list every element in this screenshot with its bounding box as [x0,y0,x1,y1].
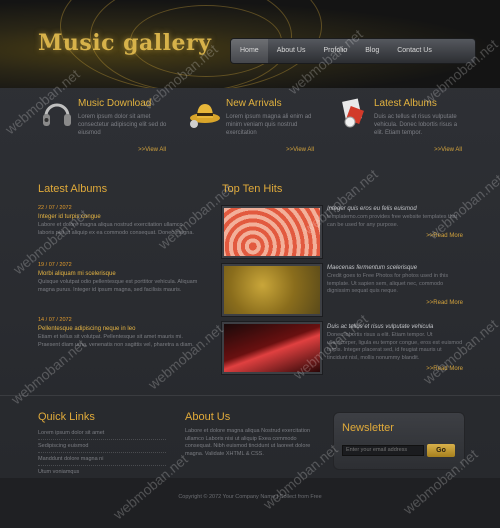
feature-title: Music Download [78,98,152,109]
hit-thumbnail[interactable] [222,206,322,258]
quick-link[interactable]: Sedipiscing euismod [38,443,166,453]
view-all-link[interactable]: >>View All [138,147,166,153]
album-item: 22 / 07 / 2072 Integer id turpis congue … [38,205,198,237]
feature-latest-albums: Latest Albums Duis ac tellus et risus vu… [336,96,462,158]
hit-text: templatemo.com provides free website tem… [327,214,458,228]
site-logo[interactable]: Music gallery [38,30,211,56]
header: Music gallery Home About Us Profolio Blo… [0,0,500,88]
album-icon [342,98,364,128]
feature-text: Lorem ipsum magna ali enim ad minim veni… [226,114,312,136]
album-item: 14 / 07 / 2072 Pellentesque adipiscing n… [38,317,198,349]
hit-title: Duis ac tellus et risus vulputate vehicu… [327,324,434,330]
footer-copyright: Copyright © 2072 Your Company Name | Col… [178,494,322,500]
nav-home[interactable]: Home [231,39,268,63]
album-title[interactable]: Pellentesque adipiscing neque in leo [38,326,198,332]
read-more-link[interactable]: >>Read More [327,300,463,306]
read-more-link[interactable]: >>Read More [327,233,463,239]
quick-links-title: Quick Links [38,411,95,423]
hit-thumbnail[interactable] [222,322,322,374]
album-text: Labore et dolore magna aliqua nostrud ex… [38,222,194,236]
nav-contact-us[interactable]: Contact Us [388,39,441,63]
hit-text: Donec lobortis risus a elit. Etiam tempo… [327,332,463,361]
top-hits-title: Top Ten Hits [222,183,283,195]
newsletter-go-button[interactable]: Go [427,444,455,457]
hat-icon [190,104,220,128]
album-text: Quisque volutpat odio pellentesque est p… [38,279,198,293]
feature-title: New Arrivals [226,98,282,109]
main-nav: Home About Us Profolio Blog Contact Us [230,38,476,64]
section-divider [0,395,500,396]
hit-item: Maecenas fermentum scelerisque Credit go… [327,265,463,306]
feature-title: Latest Albums [374,98,437,109]
latest-albums-title: Latest Albums [38,183,108,195]
album-title[interactable]: Integer id turpis congue [38,214,198,220]
nav-profolio[interactable]: Profolio [314,39,356,63]
page: Music gallery Home About Us Profolio Blo… [0,0,500,528]
view-all-link[interactable]: >>View All [286,147,314,153]
newsletter-email-input[interactable] [342,445,424,456]
feature-new-arrivals: New Arrivals Lorem ipsum magna ali enim … [188,96,314,158]
newsletter-title: Newsletter [342,422,394,434]
album-date: 19 / 07 / 2072 [38,262,72,268]
hit-text: Credit goes to Free Photos for photos us… [327,273,449,294]
album-item: 19 / 07 / 2072 Morbi aliquam mi sceleris… [38,262,198,294]
album-date: 14 / 07 / 2072 [38,317,72,323]
view-all-link[interactable]: >>View All [434,147,462,153]
nav-blog[interactable]: Blog [356,39,388,63]
hit-title: Integer quis eros eu felis euismod [327,206,417,212]
footer: Copyright © 2072 Your Company Name | Col… [0,478,500,528]
feature-text: Duis ac tellus et risus vulputate vehicu… [374,114,458,136]
feature-text: Lorem ipsum dolor sit amet consectetur a… [78,114,167,136]
album-text: Etiam et tellus sit volutpat. Pellentesq… [38,334,194,348]
quick-link[interactable]: Manddunt dolore magna ni [38,456,166,466]
about-us-title: About Us [185,411,231,423]
feature-music-download: Music Download Lorem ipsum dolor sit ame… [40,96,166,158]
newsletter-box: Newsletter Go [333,412,465,470]
read-more-link[interactable]: >>Read More [327,366,463,372]
hit-title: Maecenas fermentum scelerisque [327,265,418,271]
quick-link[interactable]: Lorem ipsum dolor sit amet [38,430,166,440]
album-date: 22 / 07 / 2072 [38,205,72,211]
hit-item: Duis ac tellus et risus vulputate vehicu… [327,324,463,372]
hit-item: Integer quis eros eu felis euismod templ… [327,206,463,239]
headphones-icon [43,103,71,126]
hit-thumbnail[interactable] [222,264,322,316]
about-text: Labore et dolore magna aliqua Nostrud ex… [185,428,311,457]
album-title[interactable]: Morbi aliquam mi scelerisque [38,271,198,277]
nav-about-us[interactable]: About Us [268,39,315,63]
